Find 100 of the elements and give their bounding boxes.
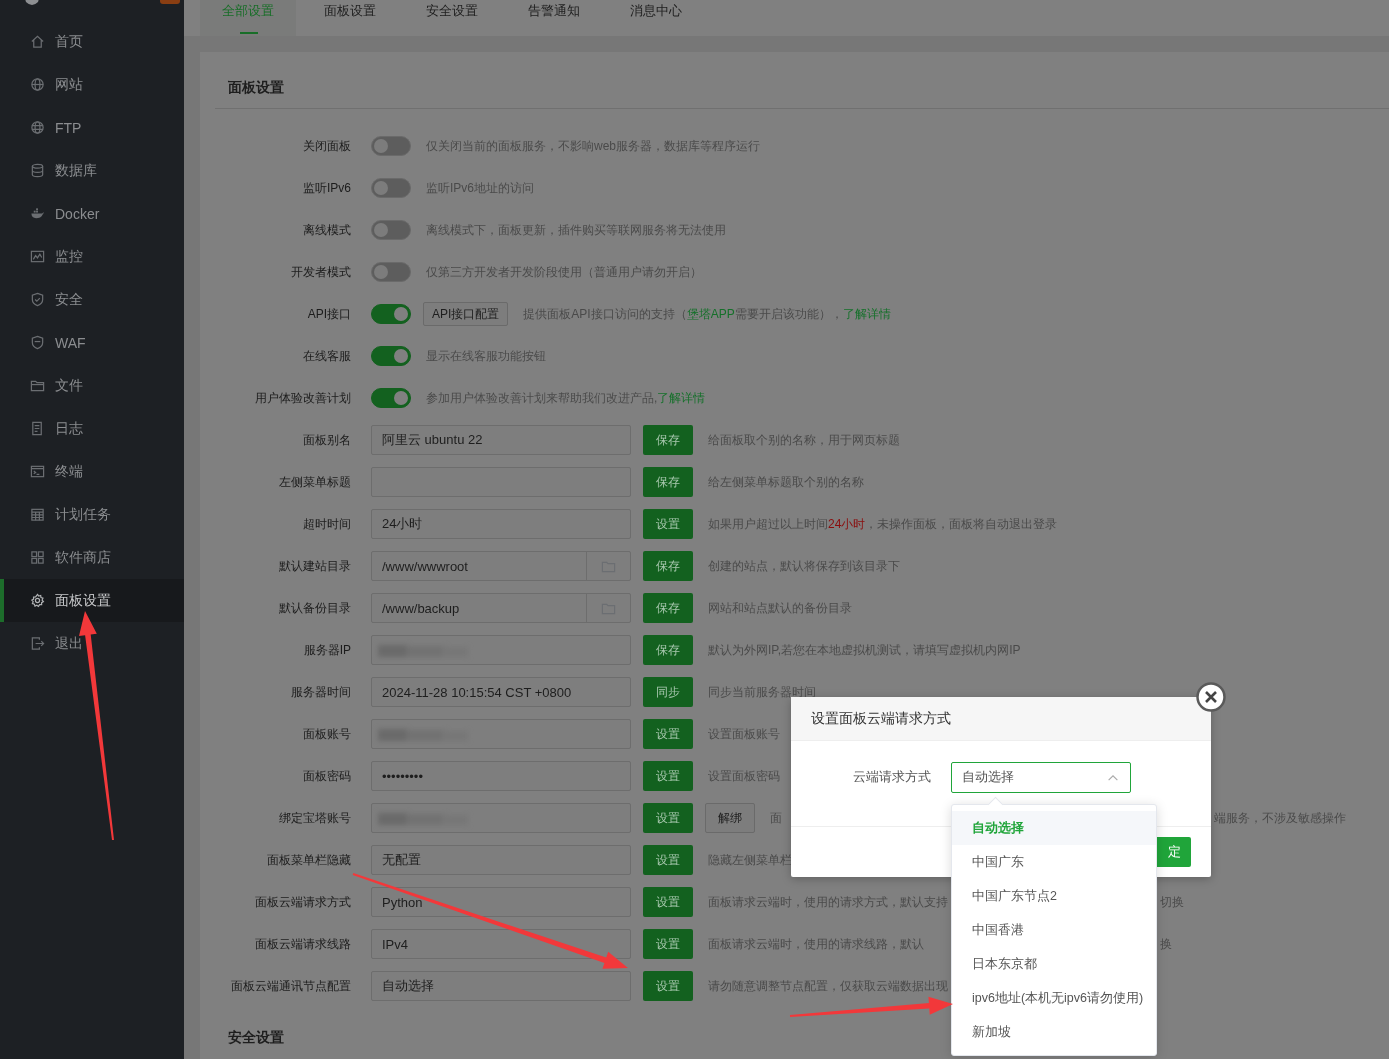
input-field[interactable]: ••••••••• — [371, 761, 631, 791]
unbind-button[interactable]: 解绑 — [705, 803, 755, 833]
toggle-switch[interactable] — [371, 136, 411, 156]
toggle-switch[interactable] — [371, 304, 411, 324]
grid-icon — [30, 550, 45, 565]
input-field[interactable]: /www/wwwroot — [371, 551, 631, 581]
shield-icon — [30, 292, 45, 307]
setting-label: 服务器时间 — [290, 683, 351, 701]
tab[interactable]: 面板设置 — [302, 0, 398, 36]
action-button[interactable]: 同步 — [643, 677, 693, 707]
folder-icon — [30, 378, 45, 393]
setting-label: 面板菜单栏隐藏 — [266, 851, 351, 869]
sidebar-item[interactable]: 首页 — [0, 20, 184, 63]
input-field[interactable]: 无配置 — [371, 845, 631, 875]
dropdown-option[interactable]: 新加坡 — [952, 1015, 1156, 1049]
sidebar-item[interactable]: Docker — [0, 192, 184, 235]
section-title: 面板设置 — [228, 79, 284, 97]
dropdown-option[interactable]: 中国香港 — [952, 913, 1156, 947]
settings-icon — [30, 593, 45, 608]
whale-icon — [30, 206, 45, 221]
logout-icon — [30, 636, 45, 651]
tab[interactable]: 消息中心 — [608, 0, 704, 36]
toggle-switch[interactable] — [371, 262, 411, 282]
setting-label: 离线模式 — [302, 221, 351, 239]
dropdown-option[interactable]: 中国广东 — [952, 845, 1156, 879]
action-button[interactable]: 设置 — [643, 803, 693, 833]
setting-label: 面板别名 — [302, 431, 351, 449]
setting-label: 默认建站目录 — [278, 557, 351, 575]
field-label: 云端请求方式 — [852, 769, 931, 786]
sidebar-item[interactable]: 终端 — [0, 450, 184, 493]
dropdown-option[interactable]: 日本东京都 — [952, 947, 1156, 981]
setting-label: 绑定宝塔账号 — [278, 809, 351, 827]
select-field[interactable]: 自动选择 — [951, 762, 1131, 793]
sidebar-item[interactable]: 数据库 — [0, 149, 184, 192]
sidebar-item[interactable]: FTP — [0, 106, 184, 149]
dropdown-option[interactable]: ipv6地址(本机无ipv6请勿使用) — [952, 981, 1156, 1015]
input-field[interactable]: 阿里云 ubuntu 22 — [371, 425, 631, 455]
globe-icon — [30, 77, 45, 92]
sidebar-item[interactable]: 网站 — [0, 63, 184, 106]
sidebar-item[interactable]: 监控 — [0, 235, 184, 278]
input-field[interactable]: IPv4 — [371, 929, 631, 959]
sidebar-item[interactable]: 安全 — [0, 278, 184, 321]
dropdown-option[interactable]: 中国广东节点2 — [952, 879, 1156, 913]
action-button[interactable]: 保存 — [643, 425, 693, 455]
chart-icon — [30, 249, 45, 264]
terminal-icon — [30, 464, 45, 479]
setting-label: 左侧菜单标题 — [278, 473, 351, 491]
setting-label: 监听IPv6 — [302, 179, 351, 197]
setting-label: 面板密码 — [302, 767, 351, 785]
sidebar-item[interactable]: 软件商店 — [0, 536, 184, 579]
sidebar-item[interactable]: 计划任务 — [0, 493, 184, 536]
action-button[interactable]: 设置 — [643, 971, 693, 1001]
home-icon — [30, 34, 45, 49]
action-button[interactable]: 保存 — [643, 467, 693, 497]
action-button[interactable]: 设置 — [643, 761, 693, 791]
action-button[interactable]: 设置 — [643, 887, 693, 917]
tab[interactable]: 安全设置 — [404, 0, 500, 36]
input-field[interactable]: /www/backup — [371, 593, 631, 623]
sidebar-item[interactable]: 日志 — [0, 407, 184, 450]
toggle-switch[interactable] — [371, 220, 411, 240]
action-button[interactable]: 保存 — [643, 593, 693, 623]
action-button[interactable]: 设置 — [643, 845, 693, 875]
config-button[interactable]: API接口配置 — [423, 302, 509, 326]
setting-label: 服务器IP — [302, 641, 351, 659]
action-button[interactable]: 设置 — [643, 719, 693, 749]
database-icon — [30, 163, 45, 178]
calendar-icon — [30, 507, 45, 522]
action-button[interactable]: 保存 — [643, 635, 693, 665]
sidebar-item[interactable]: WAF — [0, 321, 184, 364]
input-field[interactable]: Python — [371, 887, 631, 917]
shield-icon — [30, 335, 45, 350]
sidebar-item[interactable]: 面板设置 — [0, 579, 184, 622]
toggle-switch[interactable] — [371, 346, 411, 366]
setting-label: 开发者模式 — [290, 263, 351, 281]
dialog-title: 设置面板云端请求方式 — [811, 710, 951, 728]
setting-label: 面板云端请求方式 — [254, 893, 351, 911]
input-field[interactable]: 2024-11-28 10:15:54 CST +0800 — [371, 677, 631, 707]
section-title: 安全设置 — [228, 1029, 284, 1047]
setting-label: 默认备份目录 — [278, 599, 351, 617]
globe-icon — [30, 120, 45, 135]
action-button[interactable]: 设置 — [643, 929, 693, 959]
input-field[interactable]: 自动选择 — [371, 971, 631, 1001]
toggle-switch[interactable] — [371, 388, 411, 408]
setting-label: 在线客服 — [302, 347, 351, 365]
setting-label: 面板账号 — [302, 725, 351, 743]
action-button[interactable]: 保存 — [643, 551, 693, 581]
setting-label: 面板云端请求线路 — [254, 935, 351, 953]
toggle-switch[interactable] — [371, 178, 411, 198]
confirm-button[interactable]: 定 — [1157, 837, 1191, 867]
sidebar-item[interactable]: 文件 — [0, 364, 184, 407]
input-field[interactable]: 24小时 — [371, 509, 631, 539]
setting-label: 关闭面板 — [302, 137, 351, 155]
dropdown-option[interactable]: 自动选择 — [952, 811, 1156, 845]
setting-label: API接口 — [306, 305, 351, 323]
tab[interactable]: 告警通知 — [506, 0, 602, 36]
setting-label: 面板云端通讯节点配置 — [230, 977, 351, 995]
document-icon — [30, 421, 45, 436]
sidebar-item[interactable]: 退出 — [0, 622, 184, 665]
setting-label: 用户体验改善计划 — [254, 389, 351, 407]
action-button[interactable]: 设置 — [643, 509, 693, 539]
